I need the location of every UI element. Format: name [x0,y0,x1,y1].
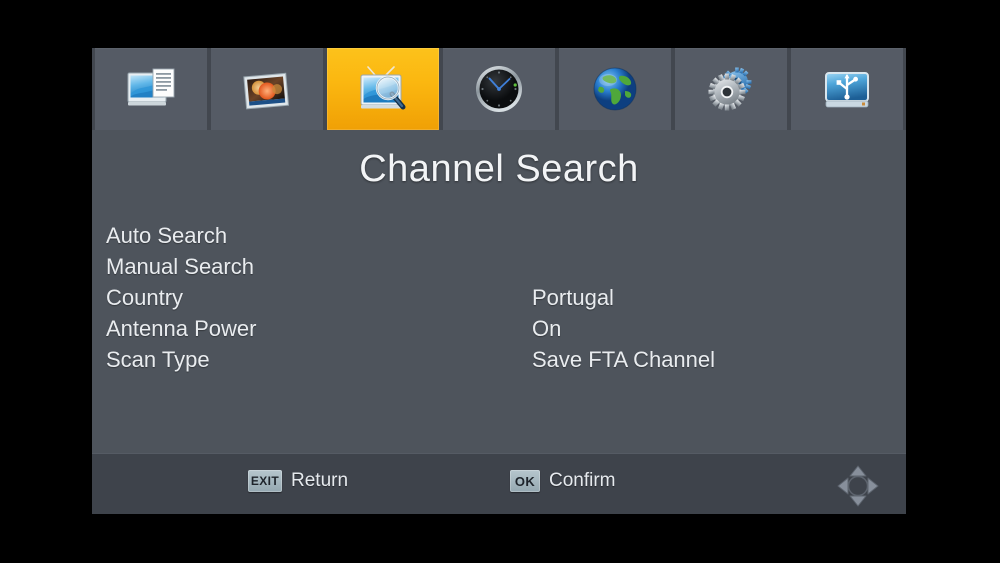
hint-ok-confirm[interactable]: OK Confirm [510,470,616,492]
usb-drive-icon [819,63,875,115]
status-bar: EXIT Return OK Confirm [92,453,906,514]
main-menu-toolbar [92,48,906,130]
picture-icon [239,63,295,115]
menu-item-value[interactable]: On [532,313,561,344]
toolbar-item-option[interactable] [559,48,671,130]
clock-icon [471,63,527,115]
menu-item-value[interactable]: Portugal [532,282,614,313]
gears-icon [703,63,759,115]
tv-search-icon [355,63,411,115]
menu-row-antenna-power[interactable]: Antenna Power On [106,313,892,344]
menu-row-auto-search[interactable]: Auto Search [106,220,892,251]
menu-row-country[interactable]: Country Portugal [106,282,892,313]
toolbar-item-usb[interactable] [791,48,903,130]
menu-item-label: Scan Type [106,347,210,372]
menu-item-label: Antenna Power [106,316,257,341]
ok-key-badge: OK [510,470,540,492]
settings-list: Auto Search Manual Search Country Portug… [106,220,892,375]
toolbar-item-channel-search[interactable] [327,48,439,130]
menu-item-label: Country [106,285,184,310]
menu-item-value[interactable]: Save FTA Channel [532,344,715,375]
tv-screen: Channel Search Auto Search Manual Search… [0,0,1000,563]
globe-icon [587,63,643,115]
osd-panel: Channel Search Auto Search Manual Search… [92,48,906,514]
page-title: Channel Search [359,148,639,190]
menu-item-label: Manual Search [106,254,254,279]
exit-key-badge: EXIT [248,470,282,492]
menu-item-label: Auto Search [106,223,228,248]
toolbar-item-picture[interactable] [211,48,323,130]
menu-row-manual-search[interactable]: Manual Search [106,251,892,282]
toolbar-item-system[interactable] [675,48,787,130]
exit-action-label: Return [291,470,349,491]
toolbar-item-time[interactable] [443,48,555,130]
hint-exit-return[interactable]: EXIT Return [248,470,348,492]
menu-row-scan-type[interactable]: Scan Type Save FTA Channel [106,344,892,375]
ok-action-label: Confirm [549,470,616,491]
dpad-icon[interactable] [826,462,890,510]
tv-document-icon [123,63,179,115]
toolbar-item-program[interactable] [95,48,207,130]
